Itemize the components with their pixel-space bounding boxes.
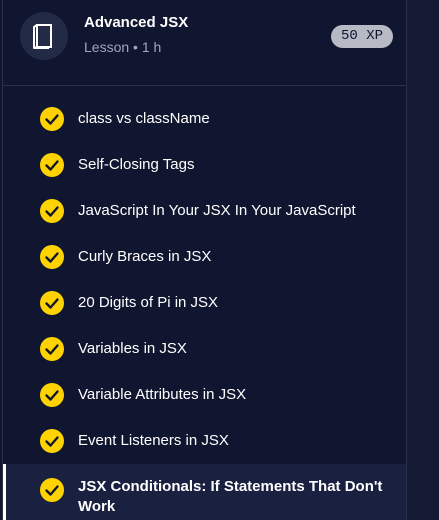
book-icon: [20, 12, 68, 60]
lesson-item-label: JSX Conditionals: If Statements That Don…: [78, 478, 383, 515]
check-circle-icon: [40, 383, 64, 407]
lesson-meta: Lesson • 1 h: [84, 39, 162, 55]
lesson-item-class-vs-classname[interactable]: class vs className: [3, 96, 406, 142]
lesson-panel: Advanced JSX Lesson • 1 h 50 XP class vs…: [2, 0, 407, 520]
lesson-item-variable-attributes[interactable]: Variable Attributes in JSX: [3, 372, 406, 418]
lesson-item-label: Self-Closing Tags: [78, 156, 195, 173]
lesson-item-label: Curly Braces in JSX: [78, 248, 212, 265]
lesson-item-label: JavaScript In Your JSX In Your JavaScrip…: [78, 202, 356, 219]
check-circle-icon: [40, 107, 64, 131]
lesson-header[interactable]: Advanced JSX Lesson • 1 h 50 XP: [3, 0, 406, 86]
check-circle-icon: [40, 291, 64, 315]
lesson-item-self-closing-tags[interactable]: Self-Closing Tags: [3, 142, 406, 188]
lesson-item-label: 20 Digits of Pi in JSX: [78, 294, 219, 311]
lesson-item-label: Event Listeners in JSX: [78, 432, 229, 449]
lesson-item-jsx-conditionals[interactable]: JSX Conditionals: If Statements That Don…: [3, 464, 406, 520]
lesson-item-curly-braces[interactable]: Curly Braces in JSX: [3, 234, 406, 280]
check-circle-icon: [40, 199, 64, 223]
check-circle-icon: [40, 478, 64, 502]
lesson-title: Advanced JSX: [84, 14, 189, 31]
lesson-item-event-listeners[interactable]: Event Listeners in JSX: [3, 418, 406, 464]
lesson-item-digits-of-pi[interactable]: 20 Digits of Pi in JSX: [3, 280, 406, 326]
lesson-item-label: Variables in JSX: [78, 340, 187, 357]
lesson-item-label: Variable Attributes in JSX: [78, 386, 247, 403]
check-circle-icon: [40, 337, 64, 361]
check-circle-icon: [40, 245, 64, 269]
check-circle-icon: [40, 429, 64, 453]
lesson-item-javascript-in-jsx[interactable]: JavaScript In Your JSX In Your JavaScrip…: [3, 188, 406, 234]
lesson-item-label: class vs className: [78, 110, 210, 127]
check-circle-icon: [40, 153, 64, 177]
lesson-item-list: class vs className Self-Closing Tags Jav…: [3, 96, 406, 520]
xp-badge: 50 XP: [331, 25, 393, 48]
lesson-item-variables[interactable]: Variables in JSX: [3, 326, 406, 372]
scroll-gutter: [407, 0, 439, 520]
